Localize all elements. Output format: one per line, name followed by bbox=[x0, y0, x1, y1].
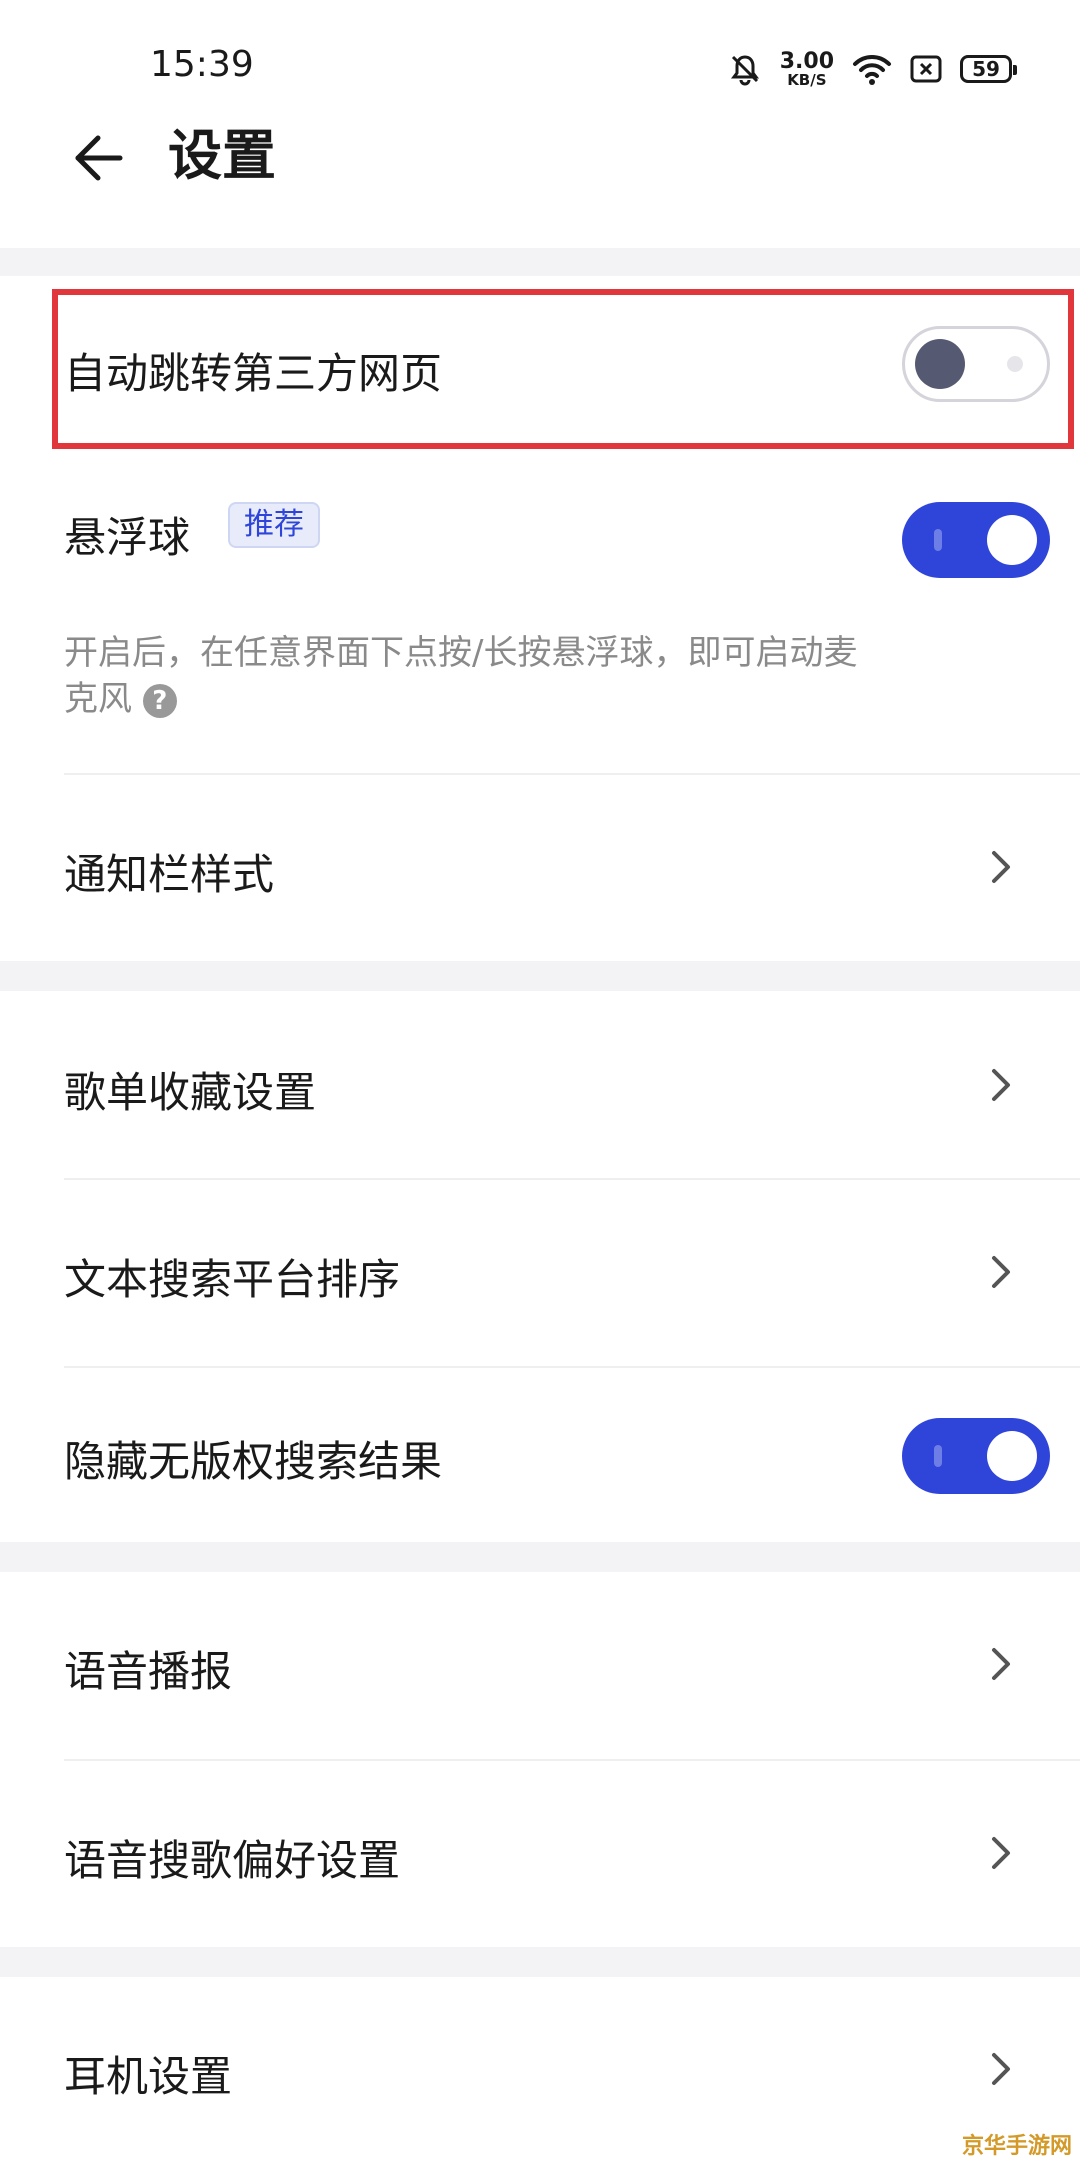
chevron-right-icon bbox=[992, 851, 1010, 883]
network-speed-value: 3.00 bbox=[779, 48, 834, 74]
page-title: 设置 bbox=[168, 124, 276, 187]
recommend-badge: 推荐 bbox=[228, 502, 320, 548]
toggle-on-indicator bbox=[934, 529, 942, 551]
chevron-right-icon bbox=[992, 1648, 1010, 1680]
toggle-on-indicator bbox=[934, 1445, 942, 1467]
hide-unlicensed-toggle[interactable] bbox=[902, 1418, 1050, 1494]
headset-settings-row[interactable]: 耳机设置 bbox=[0, 1977, 1080, 2164]
section-gap bbox=[0, 1947, 1080, 1977]
text-search-sort-row[interactable]: 文本搜索平台排序 bbox=[0, 1180, 1080, 1366]
bell-muted-icon bbox=[730, 55, 759, 86]
battery-level: 59 bbox=[972, 57, 1000, 81]
watermark: 京华手游网 bbox=[961, 2134, 1072, 2159]
section-gap bbox=[0, 961, 1080, 991]
chevron-right-icon bbox=[992, 1069, 1010, 1101]
network-speed: 3.00 KB/S bbox=[779, 48, 834, 89]
playlist-collect-label: 歌单收藏设置 bbox=[64, 1068, 317, 1117]
headset-settings-label: 耳机设置 bbox=[64, 2052, 233, 2101]
toggle-knob bbox=[987, 515, 1037, 565]
text-search-sort-label: 文本搜索平台排序 bbox=[64, 1255, 401, 1304]
floating-ball-description: 开启后，在任意界面下点按/长按悬浮球，即可启动麦克风 ? bbox=[64, 630, 884, 722]
floating-ball-label: 悬浮球 bbox=[64, 513, 191, 562]
chevron-right-icon bbox=[992, 1256, 1010, 1288]
floating-ball-row[interactable]: 悬浮球 推荐 开启后，在任意界面下点按/长按悬浮球，即可启动麦克风 ? bbox=[0, 460, 1080, 774]
voice-search-pref-label: 语音搜歌偏好设置 bbox=[64, 1836, 401, 1885]
floating-ball-description-text: 开启后，在任意界面下点按/长按悬浮球，即可启动麦克风 bbox=[64, 633, 858, 719]
chevron-right-icon bbox=[992, 1837, 1010, 1869]
battery-indicator: 59 bbox=[960, 55, 1017, 83]
voice-broadcast-row[interactable]: 语音播报 bbox=[0, 1572, 1080, 1760]
floating-ball-toggle[interactable] bbox=[902, 502, 1050, 578]
no-sim-icon bbox=[910, 55, 942, 83]
hide-unlicensed-label: 隐藏无版权搜索结果 bbox=[64, 1437, 443, 1486]
wifi-icon bbox=[853, 54, 891, 85]
page-header: 设置 bbox=[0, 120, 1080, 248]
playlist-collect-row[interactable]: 歌单收藏设置 bbox=[0, 991, 1080, 1179]
back-arrow-icon[interactable] bbox=[70, 128, 130, 188]
status-bar: 15:39 3.00 KB/S 59 bbox=[0, 0, 1080, 120]
status-icons: 3.00 KB/S 59 bbox=[728, 44, 1017, 94]
section-gap bbox=[0, 248, 1080, 276]
section-gap bbox=[0, 1542, 1080, 1572]
notification-style-label: 通知栏样式 bbox=[64, 850, 275, 899]
highlight-box bbox=[52, 289, 1074, 449]
notification-style-row[interactable]: 通知栏样式 bbox=[0, 775, 1080, 961]
toggle-knob bbox=[987, 1431, 1037, 1481]
hide-unlicensed-row[interactable]: 隐藏无版权搜索结果 bbox=[0, 1368, 1080, 1542]
help-icon[interactable]: ? bbox=[142, 683, 177, 718]
network-speed-unit: KB/S bbox=[787, 70, 827, 89]
chevron-right-icon bbox=[992, 2053, 1010, 2085]
voice-broadcast-label: 语音播报 bbox=[64, 1647, 233, 1696]
voice-search-pref-row[interactable]: 语音搜歌偏好设置 bbox=[0, 1761, 1080, 1947]
status-time: 15:39 bbox=[150, 44, 254, 85]
